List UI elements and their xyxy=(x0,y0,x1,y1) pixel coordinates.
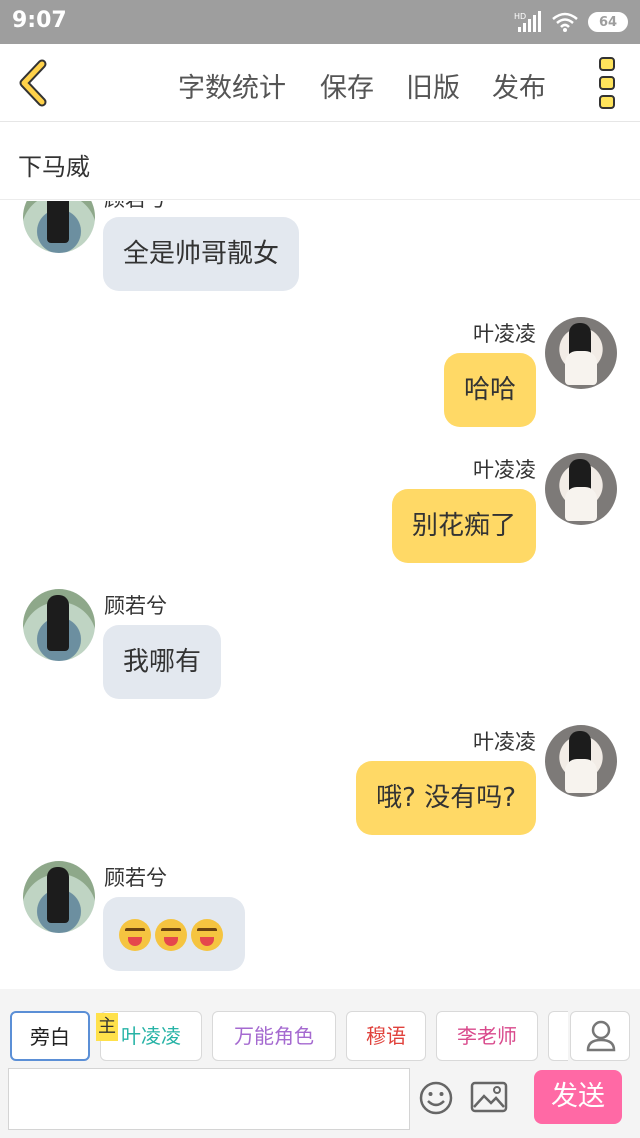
squinting-tongue-emoji-icon xyxy=(119,918,151,951)
role-mu-yu[interactable]: 穆语 xyxy=(346,1011,426,1061)
message-input[interactable] xyxy=(8,1068,410,1130)
wifi-icon xyxy=(552,12,578,32)
sender-name: 叶凌凌 xyxy=(473,322,536,346)
role-teacher-li[interactable]: 李老师 xyxy=(436,1011,538,1061)
avatar[interactable] xyxy=(545,453,617,525)
host-badge: 主 xyxy=(96,1013,118,1041)
story-title: 下马威 xyxy=(18,153,90,181)
avatar[interactable] xyxy=(23,201,95,253)
sender-name: 叶凌凌 xyxy=(473,458,536,482)
status-bar: 9:07 HD 64 xyxy=(0,0,640,44)
send-button[interactable]: 发送 xyxy=(534,1070,622,1124)
svg-text:HD: HD xyxy=(514,12,526,21)
role-universal[interactable]: 万能角色 xyxy=(212,1011,336,1061)
message-bubble[interactable]: 哦? 没有吗? xyxy=(356,761,536,835)
word-count-button[interactable]: 字数统计 xyxy=(178,66,286,105)
more-menu-icon[interactable] xyxy=(598,56,618,110)
message-bubble[interactable]: 我哪有 xyxy=(103,625,222,699)
person-icon xyxy=(586,1020,616,1052)
story-title-row[interactable]: 下马威 xyxy=(0,122,640,200)
avatar[interactable] xyxy=(23,589,95,661)
message-bubble[interactable] xyxy=(103,897,245,971)
old-version-button[interactable]: 旧版 xyxy=(406,66,460,105)
squinting-tongue-emoji-icon xyxy=(155,918,187,951)
role-narrator[interactable]: 旁白 xyxy=(10,1011,90,1061)
signal-icon: HD xyxy=(514,11,541,32)
editor-toolbar: 字数统计 保存 旧版 发布 xyxy=(0,44,640,122)
status-icons: HD 64 xyxy=(514,10,628,34)
image-picker-icon[interactable] xyxy=(470,1080,508,1114)
input-row: 发送 xyxy=(0,1068,640,1138)
emoji-picker-icon[interactable] xyxy=(418,1080,454,1116)
role-partial[interactable] xyxy=(548,1011,568,1061)
battery-icon: 64 xyxy=(588,12,628,32)
message-bubble[interactable]: 别花痴了 xyxy=(391,489,536,563)
save-button[interactable]: 保存 xyxy=(320,66,374,105)
sender-name: 顾若兮 xyxy=(104,594,167,618)
sender-name: 顾若兮 xyxy=(104,866,167,890)
avatar[interactable] xyxy=(23,861,95,933)
avatar[interactable] xyxy=(545,725,617,797)
status-time: 9:07 xyxy=(12,8,67,33)
sender-name: 顾若兮 xyxy=(104,201,167,213)
publish-button[interactable]: 发布 xyxy=(492,66,546,105)
squinting-tongue-emoji-icon xyxy=(191,918,223,951)
character-manage-button[interactable] xyxy=(570,1011,630,1061)
chat-area[interactable]: 顾若兮 全是帅哥靓女 叶凌凌 哈哈 叶凌凌 别花痴了 顾若兮 我哪有 叶凌凌 哦… xyxy=(0,201,640,989)
avatar[interactable] xyxy=(545,317,617,389)
role-selector-bar: 旁白 叶凌凌 主 万能角色 穆语 李老师 xyxy=(0,989,640,1068)
message-bubble[interactable]: 哈哈 xyxy=(443,353,536,427)
message-bubble[interactable]: 全是帅哥靓女 xyxy=(103,217,300,291)
back-icon[interactable] xyxy=(14,58,54,108)
sender-name: 叶凌凌 xyxy=(473,730,536,754)
